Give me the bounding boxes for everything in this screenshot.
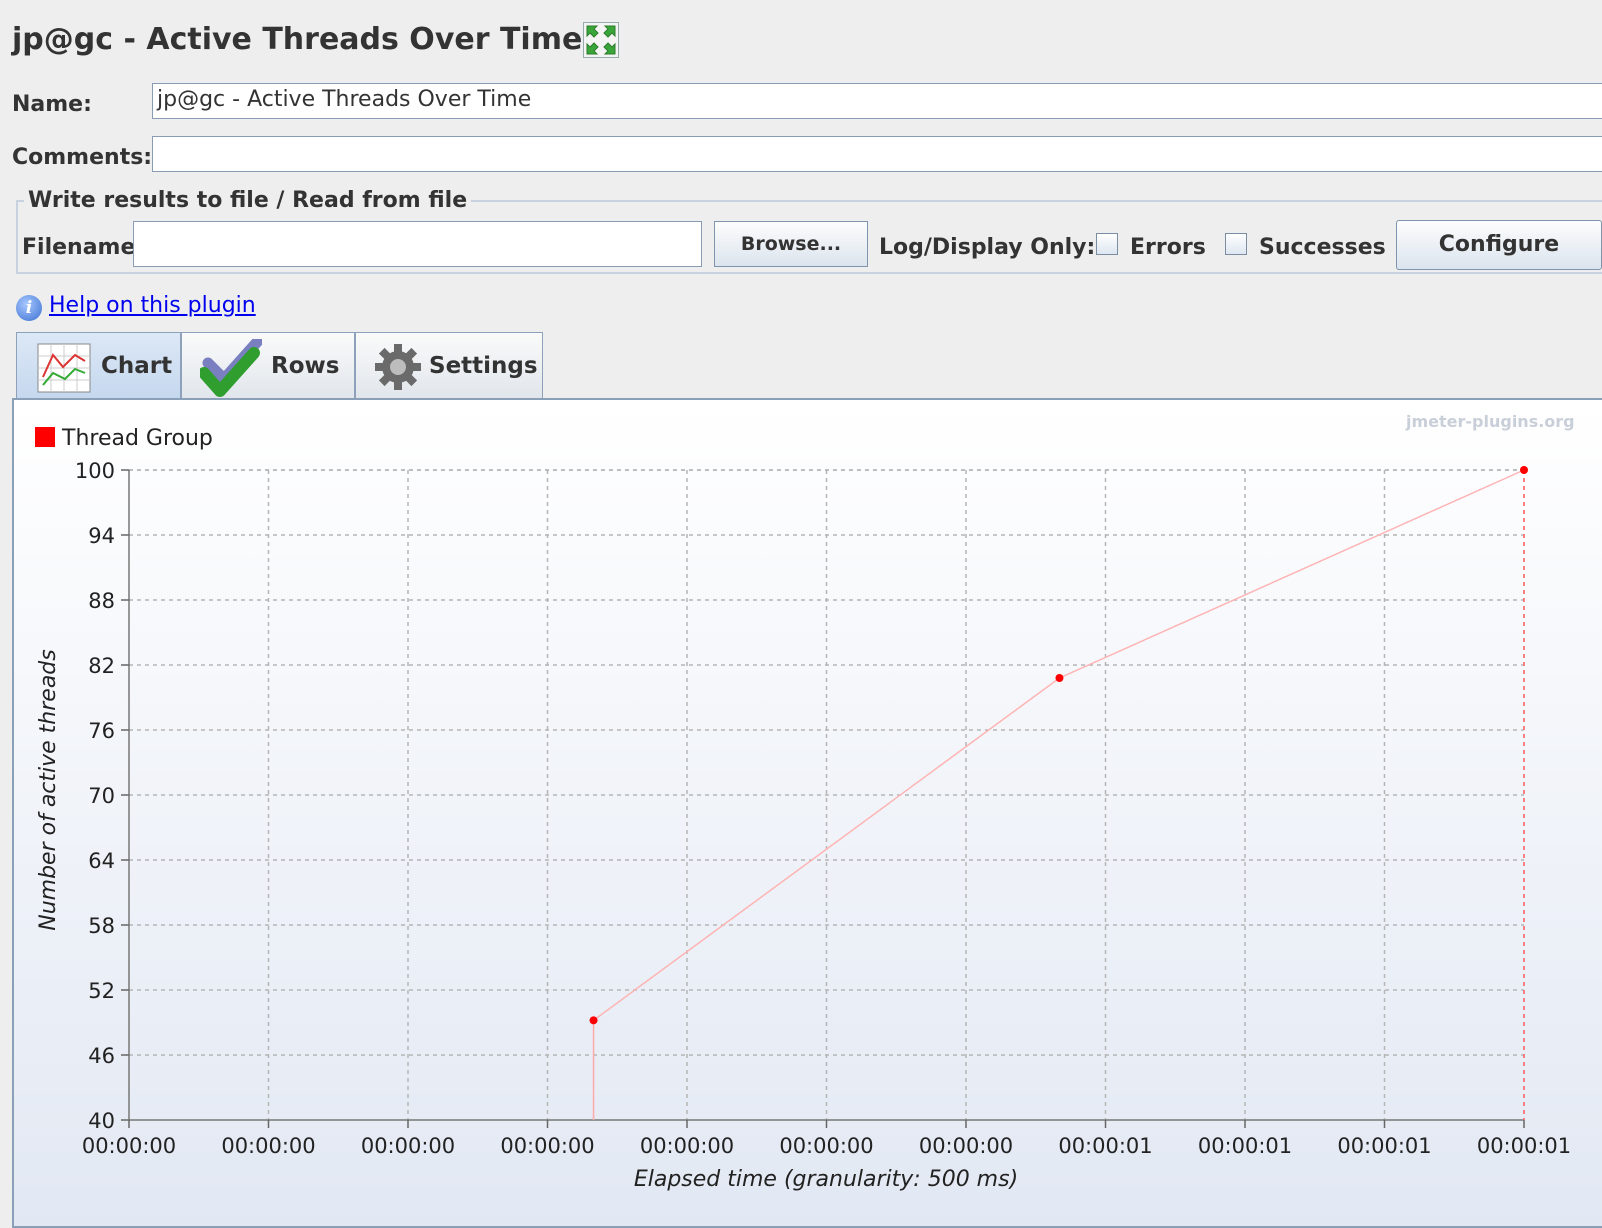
- x-tick-label: 00:00:00: [361, 1134, 455, 1158]
- help-link[interactable]: Help on this plugin: [49, 293, 256, 318]
- y-tick-label: 88: [88, 589, 115, 613]
- file-group-title: Write results to file / Read from file: [24, 188, 472, 213]
- y-tick-label: 58: [88, 914, 115, 938]
- comments-label: Comments:: [12, 145, 153, 170]
- successes-label: Successes: [1259, 235, 1386, 260]
- chart-svg: jmeter-plugins.org Thread Group 40 46 52 58…: [14, 400, 1602, 1226]
- y-tick-label: 100: [75, 459, 115, 483]
- x-tick-label: 00:00:01: [1058, 1134, 1152, 1158]
- tab-settings-label: Settings: [429, 353, 538, 379]
- y-tick-label: 94: [88, 524, 115, 548]
- data-point: [1520, 466, 1528, 474]
- x-tick-label: 00:00:00: [779, 1134, 873, 1158]
- x-tick-label: 00:00:00: [500, 1134, 594, 1158]
- line-chart-icon: [37, 343, 91, 397]
- filename-input[interactable]: [133, 221, 702, 267]
- data-point: [589, 1016, 598, 1025]
- y-tick-label: 70: [88, 784, 115, 808]
- y-tick-label: 40: [88, 1109, 115, 1133]
- tab-chart-label: Chart: [101, 353, 173, 379]
- name-field[interactable]: jp@gc - Active Threads Over Time: [152, 83, 1602, 119]
- gear-icon: [374, 343, 422, 395]
- tab-rows[interactable]: Rows: [181, 332, 355, 398]
- errors-checkbox[interactable]: [1096, 233, 1118, 255]
- tab-settings[interactable]: Settings: [355, 332, 543, 398]
- x-tick-label: 00:00:00: [919, 1134, 1013, 1158]
- x-tick-label: 00:00:01: [1477, 1134, 1571, 1158]
- y-tick-label: 64: [88, 849, 115, 873]
- chart-panel: jmeter-plugins.org Thread Group 40 46 52 58…: [12, 398, 1602, 1228]
- x-tick-label: 00:00:00: [82, 1134, 176, 1158]
- successes-checkbox[interactable]: [1225, 233, 1247, 255]
- errors-label: Errors: [1130, 235, 1206, 260]
- browse-button[interactable]: Browse...: [714, 221, 868, 267]
- tab-rows-label: Rows: [271, 353, 340, 379]
- legend-thread-group: Thread Group: [61, 426, 213, 451]
- x-tick-label: 00:00:00: [640, 1134, 734, 1158]
- name-label: Name:: [12, 92, 92, 117]
- comments-field[interactable]: [152, 136, 1602, 172]
- x-tick-label: 00:00:01: [1198, 1134, 1292, 1158]
- x-tick-label: 00:00:00: [221, 1134, 315, 1158]
- expand-arrows-icon[interactable]: [583, 22, 619, 58]
- y-tick-label: 76: [88, 719, 115, 743]
- x-tick-label: 00:00:01: [1337, 1134, 1431, 1158]
- log-display-label: Log/Display Only:: [879, 235, 1096, 260]
- panel-title: jp@gc - Active Threads Over Time: [12, 22, 583, 57]
- y-axis-label: Number of active threads: [36, 649, 61, 931]
- tab-chart[interactable]: Chart: [16, 332, 181, 402]
- x-axis-label: Elapsed time (granularity: 500 ms): [634, 1167, 1018, 1192]
- configure-button[interactable]: Configure: [1396, 220, 1602, 270]
- y-tick-label: 82: [88, 654, 115, 678]
- data-point: [1055, 674, 1064, 682]
- info-icon: i: [16, 295, 42, 321]
- watermark-text: jmeter-plugins.org: [1405, 412, 1575, 431]
- y-tick-label: 52: [88, 979, 115, 1003]
- y-tick-label: 46: [88, 1044, 115, 1068]
- checkmark-icon: [198, 335, 264, 401]
- legend-swatch: [35, 427, 55, 447]
- filename-label: Filename: [22, 235, 136, 260]
